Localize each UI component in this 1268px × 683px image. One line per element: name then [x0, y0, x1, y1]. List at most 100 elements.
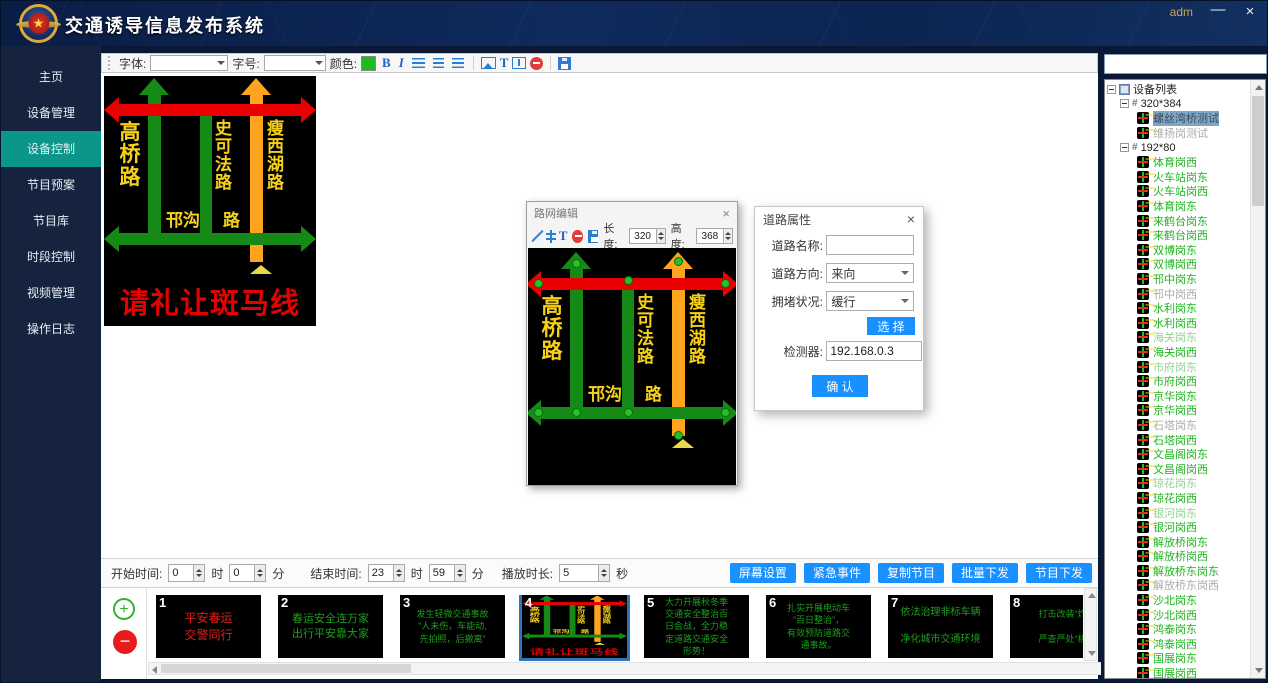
duration-input[interactable]	[559, 564, 599, 582]
close-icon[interactable]: ×	[722, 206, 730, 221]
layout-tool-icon[interactable]	[512, 57, 526, 69]
end-hour-stepper[interactable]	[394, 564, 405, 582]
search-input[interactable]	[1104, 54, 1267, 74]
program-thumbnail-8[interactable]: 8打击改装“炸 严查严处“机	[1010, 595, 1083, 658]
device-item[interactable]: 解放桥东岗东	[1107, 564, 1249, 579]
tree-root[interactable]: 设备列表	[1107, 82, 1249, 97]
align-center-icon[interactable]	[433, 58, 444, 68]
scroll-up-icon[interactable]	[1255, 85, 1263, 90]
device-item[interactable]: 维扬岗测试	[1107, 126, 1249, 141]
device-item[interactable]: 银河岗东	[1107, 505, 1249, 520]
device-item[interactable]: 螺丝湾桥测试	[1107, 111, 1249, 126]
sidebar-item-1[interactable]: 主页	[1, 59, 101, 95]
device-item[interactable]: 文昌阁岗西	[1107, 461, 1249, 476]
dialog-titlebar[interactable]: 路网编辑 ×	[527, 202, 737, 224]
device-item[interactable]: 海关岗东	[1107, 330, 1249, 345]
program-thumbnail-2[interactable]: 2春运安全连万家出行平安靠大家	[278, 595, 383, 658]
road-handle[interactable]	[721, 408, 730, 417]
road-handle[interactable]	[534, 279, 543, 288]
start-minute-input[interactable]	[229, 564, 255, 582]
road-handle[interactable]	[572, 259, 581, 268]
road-handle[interactable]	[572, 408, 581, 417]
device-item[interactable]: 国展岗东	[1107, 651, 1249, 666]
device-item[interactable]: 解放桥岗东	[1107, 534, 1249, 549]
start-hour-stepper[interactable]	[194, 564, 205, 582]
bold-button[interactable]: B	[380, 55, 393, 71]
align-right-icon[interactable]	[452, 58, 464, 68]
save-icon[interactable]	[558, 57, 571, 70]
minimize-button[interactable]: —	[1207, 1, 1229, 18]
road-name-input[interactable]	[826, 235, 914, 255]
action-button-5[interactable]: 节目下发	[1026, 563, 1092, 583]
start-hour-input[interactable]	[168, 564, 194, 582]
scroll-down-icon[interactable]	[1255, 668, 1263, 673]
sidebar-item-8[interactable]: 操作日志	[1, 311, 101, 347]
sidebar-item-7[interactable]: 视频管理	[1, 275, 101, 311]
device-item[interactable]: 体育岗西	[1107, 155, 1249, 170]
sidebar-item-5[interactable]: 节目库	[1, 203, 101, 239]
vertical-scrollbar[interactable]	[1084, 588, 1097, 661]
program-thumbnail-3[interactable]: 3发生轻微交通事故“人未伤，车能动,先拍照，后撤离”	[400, 595, 505, 658]
collapse-icon[interactable]	[1120, 99, 1129, 108]
device-item[interactable]: 京华岗西	[1107, 403, 1249, 418]
congestion-select[interactable]: 缓行	[826, 291, 914, 311]
height-input[interactable]	[696, 228, 724, 244]
device-item[interactable]: 银河岗西	[1107, 520, 1249, 535]
device-item[interactable]: 水利岗东	[1107, 301, 1249, 316]
device-item[interactable]: 国展岗西	[1107, 666, 1249, 679]
toolbar-grip[interactable]	[108, 56, 112, 70]
close-icon[interactable]: ×	[907, 211, 915, 227]
program-thumbnail-1[interactable]: 1平安春运交警同行	[156, 595, 261, 658]
road-network-graphic[interactable]: 高桥路史可法路瘦西湖路邗沟路	[528, 250, 736, 485]
device-item[interactable]: 京华岗东	[1107, 388, 1249, 403]
scrollbar-thumb[interactable]	[1252, 96, 1264, 206]
tree-group-192*80[interactable]: #192*80	[1107, 140, 1249, 155]
collapse-icon[interactable]	[1120, 143, 1129, 152]
road-handle[interactable]	[534, 408, 543, 417]
device-item[interactable]: 邗中岗西	[1107, 286, 1249, 301]
road-direction-select[interactable]: 来向	[826, 263, 914, 283]
program-thumbnail-7[interactable]: 7依法治理非标车辆 净化城市交通环境	[888, 595, 993, 658]
device-item[interactable]: 鸿泰岗西	[1107, 637, 1249, 652]
road-handle[interactable]	[674, 431, 683, 440]
select-button[interactable]: 选 择	[867, 317, 915, 335]
delete-icon[interactable]	[572, 230, 582, 243]
program-thumbnail-5[interactable]: 5大力开展秋冬季交通安全整治百日会战，全力稳定道路交通安全形势！	[644, 595, 749, 658]
device-item[interactable]: 市府岗东	[1107, 359, 1249, 374]
device-item[interactable]: 石塔岗西	[1107, 432, 1249, 447]
collapse-icon[interactable]	[1107, 85, 1116, 94]
road-network-canvas[interactable]: 高桥路史可法路瘦西湖路邗沟路	[528, 248, 736, 485]
scroll-up-icon[interactable]	[1088, 593, 1096, 598]
scroll-down-icon[interactable]	[1088, 651, 1096, 656]
save-icon[interactable]	[588, 230, 598, 243]
program-thumbnail-6[interactable]: 6扎实开展电动车“百日整治”，有效预防道路交通事故。	[766, 595, 871, 658]
road-handle[interactable]	[721, 279, 730, 288]
program-thumbnail-4[interactable]: 4高桥路史可法路瘦西湖路邗沟路请礼让斑马线	[522, 595, 627, 658]
action-button-4[interactable]: 批量下发	[952, 563, 1018, 583]
dialog-titlebar[interactable]: 道路属性 ×	[755, 207, 923, 231]
sidebar-item-6[interactable]: 时段控制	[1, 239, 101, 275]
action-button-2[interactable]: 紧急事件	[804, 563, 870, 583]
remove-program-button[interactable]: −	[113, 630, 137, 654]
device-item[interactable]: 来鹤台岗西	[1107, 228, 1249, 243]
device-item[interactable]: 火车站岗西	[1107, 184, 1249, 199]
color-swatch[interactable]	[361, 56, 376, 71]
device-item[interactable]: 文昌阁岗东	[1107, 447, 1249, 462]
close-button[interactable]: ×	[1239, 3, 1261, 20]
confirm-button[interactable]: 确 认	[812, 375, 868, 397]
duration-stepper[interactable]	[599, 564, 610, 582]
action-button-1[interactable]: 屏幕设置	[730, 563, 796, 583]
text-tool-icon[interactable]: T	[559, 228, 568, 244]
device-item[interactable]: 沙北岗西	[1107, 607, 1249, 622]
font-select[interactable]	[150, 55, 228, 71]
sign-preview[interactable]: 高桥路史可法路瘦西湖路邗沟路请礼让斑马线	[104, 76, 316, 326]
delete-icon[interactable]	[530, 57, 543, 70]
road-handle[interactable]	[674, 257, 683, 266]
device-item[interactable]: 市府岗西	[1107, 374, 1249, 389]
device-item[interactable]: 来鹤台岗东	[1107, 213, 1249, 228]
sidebar-item-2[interactable]: 设备管理	[1, 95, 101, 131]
add-program-button[interactable]: +	[113, 598, 135, 620]
font-size-select[interactable]	[264, 55, 326, 71]
sidebar-item-3[interactable]: 设备控制	[1, 131, 101, 167]
scrollbar-thumb[interactable]	[161, 664, 411, 673]
